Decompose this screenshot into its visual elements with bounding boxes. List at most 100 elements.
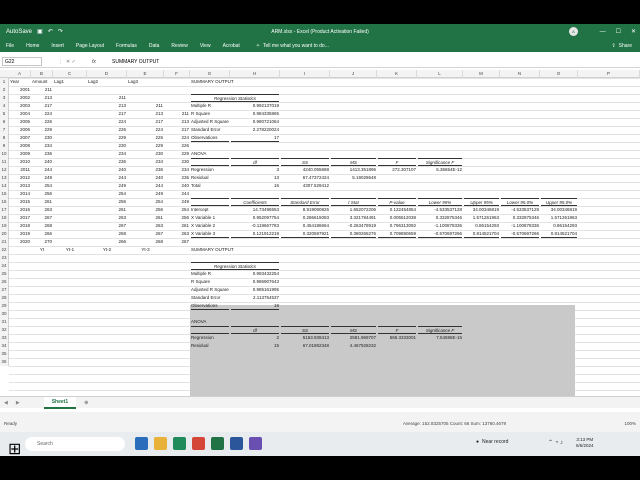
- zoom-level[interactable]: 100%: [624, 421, 636, 426]
- app-icon[interactable]: [249, 437, 262, 450]
- coefficient-cell[interactable]: 1.571261963: [464, 214, 499, 222]
- coefficient-header[interactable]: Upper 95.0%: [541, 198, 577, 206]
- coefficient-cell[interactable]: 0.121912219: [231, 230, 279, 238]
- data-cell[interactable]: 230: [128, 150, 163, 158]
- stat-value[interactable]: 0.985161995: [231, 286, 279, 294]
- redo-icon[interactable]: ↷: [58, 28, 63, 35]
- data-cell[interactable]: 213: [32, 94, 52, 102]
- data-cell[interactable]: 211: [32, 86, 52, 94]
- folder-icon[interactable]: [154, 437, 167, 450]
- row-header[interactable]: 18: [0, 214, 9, 222]
- data-cell[interactable]: 244: [128, 182, 163, 190]
- anova-header[interactable]: MS: [331, 158, 376, 166]
- row-header[interactable]: 24: [0, 262, 9, 270]
- tab-insert[interactable]: Insert: [45, 43, 70, 49]
- stat-label[interactable]: R Square: [191, 278, 229, 286]
- coefficient-cell[interactable]: 34.00346819: [541, 206, 577, 214]
- row-header[interactable]: 7: [0, 126, 9, 134]
- sheet-tab[interactable]: Sheet1: [43, 396, 77, 409]
- data-cell[interactable]: 2006: [10, 126, 30, 134]
- taskbar-search[interactable]: Search: [25, 437, 125, 451]
- anova-cell[interactable]: 1413.351896: [331, 166, 376, 174]
- column-label[interactable]: Year: [10, 78, 30, 86]
- data-cell[interactable]: 249: [88, 182, 126, 190]
- regression-stats-title[interactable]: Regression Statistics: [191, 94, 279, 102]
- data-cell[interactable]: 249: [165, 198, 189, 206]
- data-cell[interactable]: 267: [165, 238, 189, 246]
- column-header-i[interactable]: I: [280, 70, 330, 78]
- data-cell[interactable]: 217: [32, 102, 52, 110]
- anova-cell[interactable]: 67.47372424: [281, 174, 329, 182]
- coefficient-cell[interactable]: 0.814521704: [464, 230, 499, 238]
- coefficient-cell[interactable]: 0.709890659: [378, 230, 416, 238]
- worksheet-grid[interactable]: Year Amount Lag1 Lag2 Lag3 2001 211 2002 213 211 2…: [9, 78, 640, 396]
- data-cell[interactable]: 256: [128, 206, 163, 214]
- scroll-left-icon[interactable]: ◀: [0, 400, 12, 406]
- data-cell[interactable]: 230: [88, 142, 126, 150]
- add-sheet-icon[interactable]: ⊕: [76, 400, 96, 406]
- column-header-p[interactable]: P: [578, 70, 640, 78]
- data-cell[interactable]: 261: [32, 198, 52, 206]
- stat-label[interactable]: Observations: [191, 134, 229, 142]
- coefficient-header[interactable]: t Stat: [331, 198, 376, 206]
- row-header[interactable]: 6: [0, 118, 9, 126]
- row-header[interactable]: 3: [0, 94, 9, 102]
- column-header-e[interactable]: E: [127, 70, 164, 78]
- data-cell[interactable]: 266: [32, 230, 52, 238]
- stat-value[interactable]: 0.984335865: [231, 110, 279, 118]
- data-cell[interactable]: 266: [88, 238, 126, 246]
- data-cell[interactable]: 268: [88, 230, 126, 238]
- stat-value[interactable]: 0.992137019: [231, 102, 279, 110]
- coefficient-cell[interactable]: 0.380265276: [331, 230, 376, 238]
- data-cell[interactable]: 213: [88, 102, 126, 110]
- stat-label[interactable]: Standard Error: [191, 294, 229, 302]
- data-cell[interactable]: 2018: [10, 222, 30, 230]
- coefficient-cell[interactable]: Intercept: [191, 206, 229, 214]
- anova-header[interactable]: SS: [281, 158, 329, 166]
- data-cell[interactable]: 263: [165, 230, 189, 238]
- anova-cell[interactable]: 15: [231, 342, 279, 350]
- coefficient-cell[interactable]: 0.332875346: [501, 214, 539, 222]
- anova-cell[interactable]: Regression: [191, 334, 229, 342]
- anova-cell[interactable]: 4.467928232: [331, 342, 376, 350]
- data-cell[interactable]: 2016: [10, 206, 30, 214]
- row-header[interactable]: 35: [0, 350, 9, 358]
- coefficient-header[interactable]: Lower 95.0%: [501, 198, 539, 206]
- anova-cell[interactable]: 7.54596E-15: [418, 334, 462, 342]
- variable-label[interactable]: Yt-1: [54, 246, 86, 254]
- data-cell[interactable]: 229: [165, 150, 189, 158]
- coefficient-cell[interactable]: -0.119667783: [231, 222, 279, 230]
- data-cell[interactable]: [88, 86, 126, 94]
- anova-cell[interactable]: 13: [231, 174, 279, 182]
- data-cell[interactable]: 2019: [10, 230, 30, 238]
- row-header[interactable]: 14: [0, 182, 9, 190]
- stat-value[interactable]: 0.986907643: [231, 278, 279, 286]
- column-label[interactable]: Lag3: [128, 78, 163, 86]
- close-button[interactable]: ✕: [631, 28, 636, 35]
- row-header[interactable]: 34: [0, 342, 9, 350]
- data-cell[interactable]: 2017: [10, 214, 30, 222]
- anova-cell[interactable]: [331, 182, 376, 190]
- data-cell[interactable]: 224: [88, 118, 126, 126]
- data-cell[interactable]: 270: [32, 238, 52, 246]
- data-cell[interactable]: 261: [88, 206, 126, 214]
- anova-cell[interactable]: [418, 182, 462, 190]
- tab-acrobat[interactable]: Acrobat: [217, 43, 246, 49]
- row-header[interactable]: 19: [0, 222, 9, 230]
- data-cell[interactable]: 2003: [10, 102, 30, 110]
- coefficient-cell[interactable]: 0.454186664: [281, 222, 329, 230]
- column-header-a[interactable]: A: [9, 70, 31, 78]
- data-cell[interactable]: 2008: [10, 142, 30, 150]
- data-cell[interactable]: 2010: [10, 158, 30, 166]
- tab-view[interactable]: View: [194, 43, 217, 49]
- data-cell[interactable]: 2013: [10, 182, 30, 190]
- stat-label[interactable]: Multiple R: [191, 270, 229, 278]
- data-cell[interactable]: 217: [128, 118, 163, 126]
- row-header[interactable]: 1: [0, 78, 9, 86]
- anova-cell[interactable]: 4240.055688: [281, 166, 329, 174]
- data-cell[interactable]: 2001: [10, 86, 30, 94]
- stat-value[interactable]: 0.993432254: [231, 270, 279, 278]
- anova-title[interactable]: ANOVA: [191, 318, 229, 326]
- coefficient-header[interactable]: Upper 95%: [464, 198, 499, 206]
- data-cell[interactable]: 229: [32, 126, 52, 134]
